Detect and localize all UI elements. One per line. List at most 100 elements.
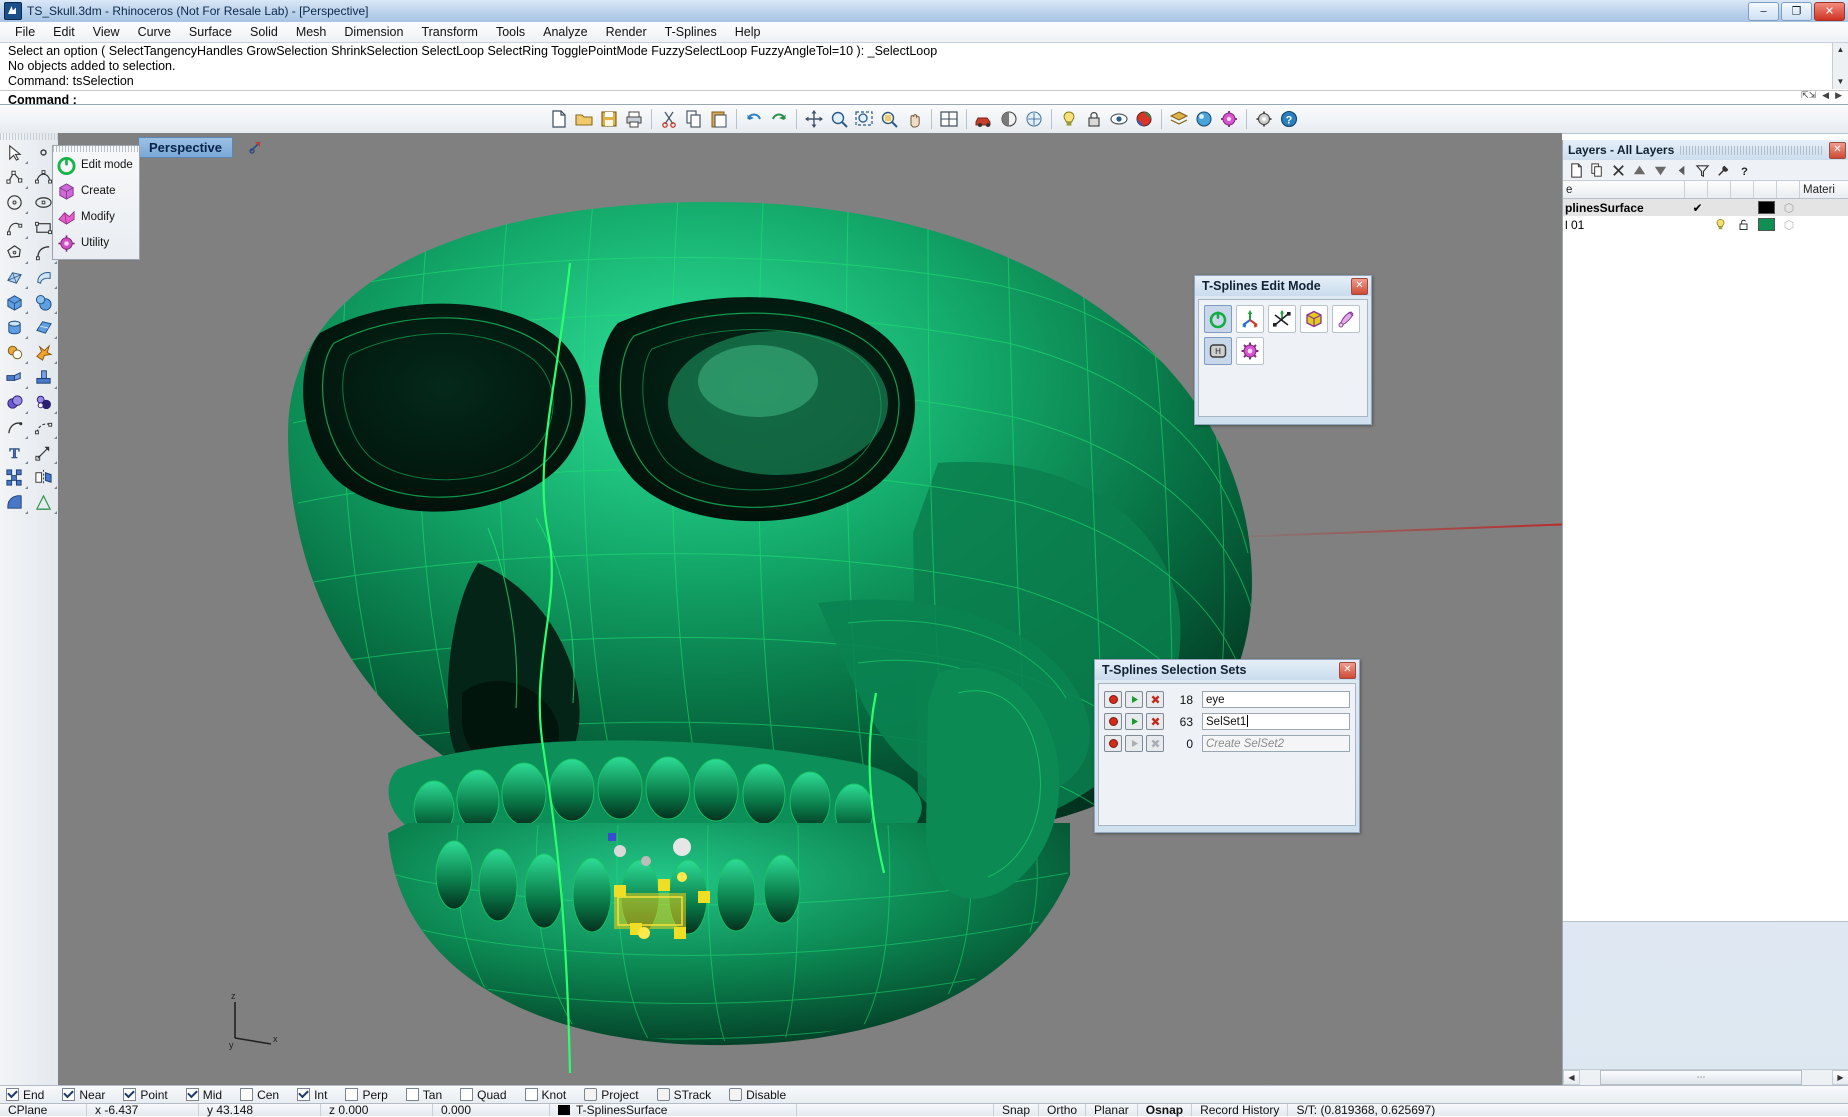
- lock-icon[interactable]: [1082, 107, 1106, 131]
- osnap-option-quad[interactable]: Quad: [460, 1088, 506, 1102]
- zoom-extents-icon[interactable]: [852, 107, 876, 131]
- hide-icon[interactable]: [1107, 107, 1131, 131]
- osnap-option-knot[interactable]: Knot: [525, 1088, 567, 1102]
- selection-set-row[interactable]: 18eye: [1104, 690, 1350, 709]
- box-mode-icon[interactable]: [1300, 305, 1328, 333]
- extrude-icon[interactable]: [0, 365, 29, 390]
- command-scrollbar[interactable]: ▲ ▼: [1832, 43, 1848, 89]
- polyline-icon[interactable]: [0, 165, 29, 190]
- copy-layer-icon[interactable]: [1588, 161, 1607, 179]
- osnap-checkbox[interactable]: [62, 1088, 75, 1101]
- layer-icon[interactable]: [1167, 107, 1191, 131]
- surface-sweep-icon[interactable]: [29, 265, 58, 290]
- analyze-icon[interactable]: [29, 490, 58, 515]
- selection-set-name-input[interactable]: SelSet1: [1202, 713, 1350, 730]
- quick-panel-item-edit-mode[interactable]: Edit mode: [53, 152, 139, 178]
- layer-back-icon[interactable]: [1672, 161, 1691, 179]
- osnap-option-perp[interactable]: Perp: [345, 1088, 387, 1102]
- save-file-icon[interactable]: [597, 107, 621, 131]
- osnap-option-end[interactable]: End: [6, 1088, 44, 1102]
- selection-set-name-input[interactable]: Create SelSet2: [1202, 735, 1350, 752]
- osnap-checkbox[interactable]: [186, 1088, 199, 1101]
- selection-set-name-input[interactable]: eye: [1202, 691, 1350, 708]
- ghosted-icon[interactable]: [1022, 107, 1046, 131]
- osnap-checkbox[interactable]: [525, 1088, 538, 1101]
- osnap-option-project[interactable]: Project: [584, 1088, 638, 1102]
- boolean-union-icon[interactable]: [0, 390, 29, 415]
- select-arrow-icon[interactable]: [0, 140, 29, 165]
- osnap-option-cen[interactable]: Cen: [240, 1088, 279, 1102]
- layers-scroll-left-icon[interactable]: ◀: [1563, 1070, 1580, 1085]
- selection-set-row[interactable]: 63SelSet1: [1104, 712, 1350, 731]
- explode-icon[interactable]: [29, 340, 58, 365]
- status-planar[interactable]: Planar: [1086, 1104, 1138, 1116]
- layer-tools-icon[interactable]: [1714, 161, 1733, 179]
- layers-scroll-thumb[interactable]: ⋯: [1600, 1070, 1802, 1085]
- box-icon[interactable]: [0, 290, 29, 315]
- command-scroll-up-icon[interactable]: ▲: [1833, 43, 1848, 57]
- osnap-option-near[interactable]: Near: [62, 1088, 105, 1102]
- move-icon[interactable]: [802, 107, 826, 131]
- help-icon[interactable]: ?: [1277, 107, 1301, 131]
- status-record-history[interactable]: Record History: [1192, 1104, 1288, 1116]
- array-icon[interactable]: [0, 465, 29, 490]
- selection-sets-close-icon[interactable]: ✕: [1339, 662, 1356, 679]
- layers-panel-close-icon[interactable]: ✕: [1829, 142, 1846, 159]
- open-file-icon[interactable]: [572, 107, 596, 131]
- arc-icon[interactable]: [0, 215, 29, 240]
- delete-red-x-icon[interactable]: [1146, 713, 1164, 730]
- osnap-checkbox[interactable]: [6, 1088, 19, 1101]
- boolean-difference-icon[interactable]: [29, 390, 58, 415]
- sphere-icon[interactable]: [29, 290, 58, 315]
- light-icon[interactable]: [1057, 107, 1081, 131]
- quick-panel-item-utility[interactable]: Utility: [53, 230, 139, 256]
- status-current-layer[interactable]: T-SplinesSurface: [550, 1104, 797, 1116]
- layer-linetype-icon[interactable]: ⬡: [1784, 218, 1794, 232]
- text-icon[interactable]: T: [0, 440, 29, 465]
- menu-mesh[interactable]: Mesh: [287, 23, 336, 41]
- tsplines-edit-mode-titlebar[interactable]: T-Splines Edit Mode ✕: [1195, 276, 1371, 296]
- menu-view[interactable]: View: [84, 23, 129, 41]
- delete-layer-icon[interactable]: [1609, 161, 1628, 179]
- command-expand-icon[interactable]: ⇱⇲: [1801, 90, 1816, 101]
- zoom-selected-icon[interactable]: [877, 107, 901, 131]
- viewports-icon[interactable]: [937, 107, 961, 131]
- osnap-option-disable[interactable]: Disable: [729, 1088, 786, 1102]
- layer-visible-lightbulb-icon[interactable]: [1709, 218, 1732, 231]
- play-green-icon[interactable]: [1125, 691, 1143, 708]
- mirror-icon[interactable]: [29, 465, 58, 490]
- layer-row-tsplines-surface[interactable]: plinesSurface ✔ ⬡: [1563, 199, 1848, 216]
- polygon-icon[interactable]: [0, 240, 29, 265]
- osnap-checkbox[interactable]: [240, 1088, 253, 1101]
- axis-gumball-icon[interactable]: [1236, 305, 1264, 333]
- menu-curve[interactable]: Curve: [129, 23, 180, 41]
- layer-current-icon[interactable]: ✔: [1686, 201, 1709, 215]
- layers-horizontal-scrollbar[interactable]: ◀ ⋯ ▶: [1563, 1069, 1848, 1085]
- record-red-icon[interactable]: [1104, 735, 1122, 752]
- layers-scroll-right-icon[interactable]: ▶: [1832, 1070, 1848, 1085]
- zoom-window-icon[interactable]: [827, 107, 851, 131]
- scale-icon[interactable]: [29, 440, 58, 465]
- layer-color-swatch[interactable]: [1758, 218, 1775, 231]
- tab-perspective[interactable]: Perspective: [138, 137, 233, 158]
- quick-panel-item-create[interactable]: Create: [53, 178, 139, 204]
- minimize-button[interactable]: –: [1748, 2, 1779, 21]
- render-mesh-icon[interactable]: [0, 490, 29, 515]
- color-icon[interactable]: [1132, 107, 1156, 131]
- layer-row-layer-01[interactable]: l 01 ⬡: [1563, 216, 1848, 233]
- boolean-icon[interactable]: [0, 340, 29, 365]
- keyboard-shortcut-icon[interactable]: H: [1204, 337, 1232, 365]
- offset-curve-icon[interactable]: [0, 415, 29, 440]
- layer-lock-open-icon[interactable]: [1732, 218, 1755, 231]
- layers-panel-grip[interactable]: [1680, 146, 1823, 155]
- osnap-option-point[interactable]: Point: [123, 1088, 167, 1102]
- command-next-icon[interactable]: ▶: [1835, 90, 1842, 101]
- command-scroll-down-icon[interactable]: ▼: [1833, 75, 1848, 89]
- options-icon[interactable]: [1252, 107, 1276, 131]
- print-icon[interactable]: [622, 107, 646, 131]
- surface-from-points-icon[interactable]: [0, 265, 29, 290]
- record-red-icon[interactable]: [1104, 713, 1122, 730]
- tsplines-icon[interactable]: [1217, 107, 1241, 131]
- fillet-edge-icon[interactable]: [29, 365, 58, 390]
- cut-icon[interactable]: [657, 107, 681, 131]
